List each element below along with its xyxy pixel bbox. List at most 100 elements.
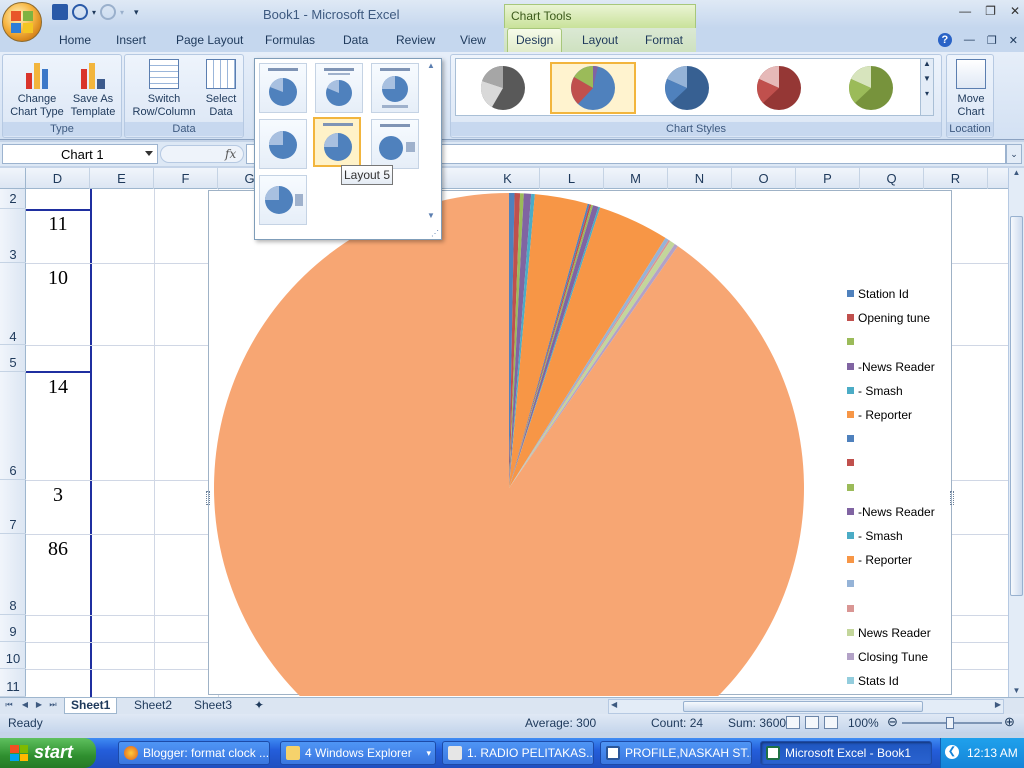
column-header-m[interactable]: M	[604, 168, 668, 189]
undo-icon[interactable]	[72, 4, 88, 20]
restore-icon[interactable]: ❐	[985, 4, 996, 18]
chart-style-1[interactable]	[460, 62, 546, 114]
horizontal-scrollbar[interactable]: ◀ ▶	[608, 699, 1004, 714]
row-header-6[interactable]: 6	[0, 372, 26, 480]
change-chart-type-button[interactable]: Change Chart Type	[7, 59, 67, 119]
cell-d7[interactable]: 3	[26, 484, 90, 507]
scroll-down-icon[interactable]: ▼	[921, 74, 933, 83]
tab-data[interactable]: Data	[343, 33, 368, 47]
column-header-l[interactable]: L	[540, 168, 604, 189]
zoom-out-icon[interactable]: ⊖	[887, 714, 898, 730]
legend-entry[interactable]: - Reporter	[847, 553, 957, 569]
legend-entry[interactable]	[847, 432, 957, 448]
tray-expand-icon[interactable]: ❮	[945, 745, 959, 759]
row-header-3[interactable]: 3	[0, 209, 26, 263]
gallery-more-icon[interactable]: ▾	[921, 89, 933, 98]
zoom-level[interactable]: 100%	[848, 716, 879, 730]
tab-formulas[interactable]: Formulas	[265, 33, 315, 47]
first-sheet-icon[interactable]: ⏮	[4, 700, 14, 712]
legend-entry[interactable]: - Smash	[847, 529, 957, 545]
column-header-k[interactable]: K	[476, 168, 540, 189]
tab-home[interactable]: Home	[59, 33, 91, 47]
column-header-f[interactable]: F	[154, 168, 218, 189]
column-header-d[interactable]: D	[26, 168, 90, 189]
prev-sheet-icon[interactable]: ◀	[20, 700, 30, 712]
save-as-template-button[interactable]: Save As Template	[65, 59, 121, 119]
sheet-tab-sheet3[interactable]: Sheet3	[194, 698, 232, 714]
row-header-8[interactable]: 8	[0, 534, 26, 615]
chart-resize-handle-left[interactable]	[206, 491, 210, 505]
sheet-tab-sheet2[interactable]: Sheet2	[134, 698, 172, 714]
row-header-9[interactable]: 9	[0, 615, 26, 642]
sheet-tab-sheet1[interactable]: Sheet1	[64, 698, 118, 714]
chart-style-2[interactable]	[550, 62, 636, 114]
tab-review[interactable]: Review	[396, 33, 435, 47]
workbook-minimize-icon[interactable]: —	[964, 34, 975, 46]
legend-entry[interactable]	[847, 481, 957, 497]
close-icon[interactable]: ✕	[1010, 4, 1020, 18]
chart-layout-5[interactable]	[313, 117, 361, 167]
chart-layout-2[interactable]	[315, 63, 363, 113]
page-break-view-icon[interactable]	[824, 716, 838, 729]
help-icon[interactable]: ?	[937, 33, 952, 47]
name-box-dropdown-icon[interactable]	[145, 151, 153, 156]
start-button[interactable]: start	[0, 738, 96, 768]
legend-entry[interactable]: Opening tune	[847, 311, 957, 327]
scroll-right-icon[interactable]: ▶	[995, 700, 1001, 709]
legend-entry[interactable]	[847, 577, 957, 593]
tab-format[interactable]: Format	[645, 33, 683, 47]
redo-dropdown-icon[interactable]: ▾	[120, 8, 124, 17]
office-button[interactable]	[2, 2, 42, 42]
select-data-button[interactable]: Select Data	[201, 59, 241, 119]
gallery-resize-grip-icon[interactable]: ⋰	[431, 229, 439, 238]
scroll-up-icon[interactable]: ▲	[921, 59, 933, 68]
last-sheet-icon[interactable]: ⏭	[48, 700, 58, 712]
normal-view-icon[interactable]	[786, 716, 800, 729]
legend-entry[interactable]	[847, 456, 957, 472]
legend-entry[interactable]: Station Id	[847, 287, 957, 303]
legend-entry[interactable]: -News Reader	[847, 360, 957, 376]
column-header-p[interactable]: P	[796, 168, 860, 189]
column-header-o[interactable]: O	[732, 168, 796, 189]
name-box[interactable]: Chart 1	[2, 144, 158, 164]
vertical-scroll-thumb[interactable]	[1010, 216, 1023, 596]
scroll-up-icon[interactable]: ▲	[427, 61, 439, 70]
cell-d4[interactable]: 10	[26, 267, 90, 290]
legend-entry[interactable]: Closing Tune	[847, 650, 957, 666]
scroll-down-icon[interactable]: ▼	[427, 211, 435, 220]
chart-layout-4[interactable]	[259, 119, 307, 169]
chart-style-3[interactable]	[644, 62, 730, 114]
scroll-down-icon[interactable]: ▼	[1009, 686, 1024, 695]
legend-entry[interactable]: - Smash	[847, 384, 957, 400]
zoom-in-icon[interactable]: ⊕	[1004, 714, 1015, 730]
tab-layout[interactable]: Layout	[582, 33, 618, 47]
select-all-corner[interactable]	[0, 168, 26, 189]
row-header-10[interactable]: 10	[0, 642, 26, 669]
taskbar-item-radio[interactable]: 1. RADIO PELITAKAS...	[442, 741, 594, 765]
legend-entry[interactable]: Stats Id	[847, 674, 957, 690]
chart-layout-1[interactable]	[259, 63, 307, 113]
vertical-scrollbar[interactable]: ▲ ▼	[1008, 168, 1024, 697]
tab-view[interactable]: View	[460, 33, 486, 47]
column-header-q[interactable]: Q	[860, 168, 924, 189]
layout-gallery-scroll[interactable]: ▲ ▼	[427, 61, 439, 227]
taskbar-item-explorer[interactable]: 4 Windows Explorer ▾	[280, 741, 436, 765]
legend-entry[interactable]: News Reader	[847, 626, 957, 642]
legend-entry[interactable]	[847, 335, 957, 351]
chart-layout-3[interactable]	[371, 63, 419, 113]
taskbar-item-word[interactable]: PROFILE,NASKAH ST...	[600, 741, 752, 765]
legend-entry[interactable]	[847, 602, 957, 618]
row-header-2[interactable]: 2	[0, 189, 26, 209]
scroll-up-icon[interactable]: ▲	[1009, 168, 1024, 177]
undo-dropdown-icon[interactable]: ▾	[92, 8, 96, 17]
legend-entry[interactable]: -News Reader	[847, 505, 957, 521]
chart-style-4[interactable]	[736, 62, 822, 114]
row-header-5[interactable]: 5	[0, 345, 26, 372]
customize-qat-icon[interactable]: ▾	[134, 7, 139, 18]
chart-layout-7[interactable]	[259, 175, 307, 225]
page-layout-view-icon[interactable]	[805, 716, 819, 729]
taskbar-item-excel[interactable]: Microsoft Excel - Book1	[760, 741, 932, 765]
chart-styles-scroll[interactable]: ▲ ▼ ▾	[920, 58, 934, 116]
insert-function-icon[interactable]: fx	[225, 147, 236, 161]
cell-d3[interactable]: 11	[26, 213, 90, 236]
